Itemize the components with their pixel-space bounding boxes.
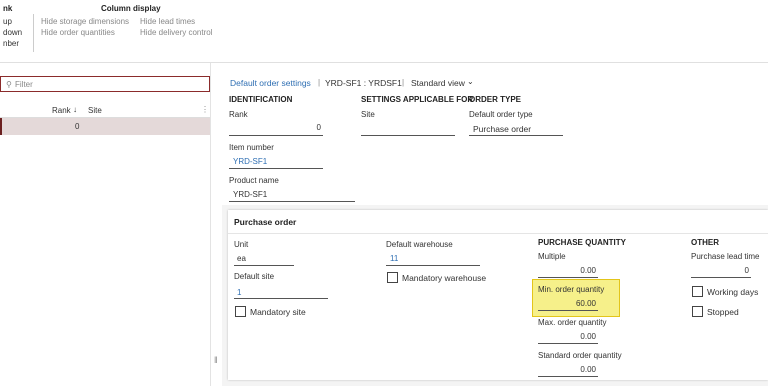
min-order-quantity-underline (538, 310, 598, 311)
ribbon-bottom-border (0, 62, 768, 63)
unit-label: Unit (234, 240, 249, 249)
selected-row-marker (0, 118, 2, 135)
default-site-link[interactable]: 1 (237, 288, 241, 297)
filter-placeholder: Filter (15, 80, 33, 89)
min-order-quantity-field[interactable]: 60.00 (538, 299, 596, 308)
purchase-lead-time-underline (691, 277, 751, 278)
default-order-type-label: Default order type (469, 110, 533, 119)
column-header-rank[interactable]: Rank (52, 106, 71, 115)
max-order-quantity-field[interactable]: 0.00 (538, 332, 596, 341)
multiple-underline (538, 277, 598, 278)
view-selector[interactable]: Standard view (411, 78, 465, 88)
ribbon-item-up[interactable]: up (3, 17, 12, 26)
min-order-quantity-label: Min. order quantity (538, 285, 605, 294)
section-divider (228, 233, 768, 234)
ribbon-item-number[interactable]: nber (3, 39, 19, 48)
purchase-order-section-title[interactable]: Purchase order (234, 217, 296, 227)
record-title: YRD-SF1 : YRDSF1 (325, 78, 402, 88)
ribbon-divider (33, 14, 34, 52)
working-days-checkbox[interactable] (692, 286, 703, 297)
product-name-label: Product name (229, 176, 279, 185)
column-header-site[interactable]: Site (88, 106, 102, 115)
breadcrumb-separator: | (318, 78, 321, 87)
order-type-underline (469, 135, 563, 136)
site-label: Site (361, 110, 375, 119)
hide-lead-times-button[interactable]: Hide lead times (140, 17, 195, 26)
stopped-checkbox[interactable] (692, 306, 703, 317)
stopped-label: Stopped (707, 307, 739, 317)
site-field[interactable] (361, 135, 455, 136)
search-icon: ⚲ (6, 80, 12, 89)
default-order-type-select[interactable]: Purchase order (473, 124, 531, 134)
column-options-icon[interactable]: ⋮ (201, 105, 209, 114)
other-title: OTHER (691, 238, 719, 247)
identification-title: IDENTIFICATION (229, 95, 293, 104)
panel-splitter[interactable] (210, 63, 211, 386)
mandatory-site-label: Mandatory site (250, 307, 306, 317)
purchase-quantity-title: PURCHASE QUANTITY (538, 238, 627, 247)
product-name-underline (229, 201, 355, 202)
mandatory-warehouse-label: Mandatory warehouse (402, 273, 487, 283)
hide-storage-dimensions-button[interactable]: Hide storage dimensions (41, 17, 129, 26)
multiple-field[interactable]: 0.00 (538, 266, 596, 275)
mandatory-warehouse-checkbox[interactable] (387, 272, 398, 283)
purchase-lead-time-label: Purchase lead time (691, 252, 760, 261)
item-number-underline (229, 168, 323, 169)
default-warehouse-label: Default warehouse (386, 240, 453, 249)
row-rank-value: 0 (75, 122, 80, 131)
hide-delivery-control-button[interactable]: Hide delivery control (140, 28, 212, 37)
rank-field-underline (229, 135, 323, 136)
breadcrumb-separator-2: | (402, 78, 405, 87)
purchase-lead-time-field[interactable]: 0 (691, 266, 749, 275)
ribbon-item-down[interactable]: down (3, 28, 22, 37)
working-days-label: Working days (707, 287, 759, 297)
default-warehouse-underline (386, 265, 480, 266)
ribbon-group-title: Column display (101, 4, 161, 13)
max-order-quantity-underline (538, 343, 598, 344)
settings-title: SETTINGS APPLICABLE FOR (361, 95, 474, 104)
multiple-label: Multiple (538, 252, 566, 261)
product-name-field[interactable]: YRD-SF1 (233, 190, 267, 199)
ribbon-item-rank[interactable]: nk (3, 4, 12, 13)
chevron-down-icon[interactable]: ⌄ (467, 77, 474, 86)
max-order-quantity-label: Max. order quantity (538, 318, 607, 327)
standard-order-quantity-underline (538, 376, 598, 377)
rank-field[interactable]: 0 (229, 123, 321, 132)
standard-order-quantity-field[interactable]: 0.00 (538, 365, 596, 374)
default-warehouse-link[interactable]: 11 (390, 254, 398, 263)
filter-input[interactable]: ⚲ Filter (0, 76, 210, 92)
splitter-grip-icon[interactable]: ‖ (214, 355, 218, 365)
rank-label: Rank (229, 110, 248, 119)
table-row[interactable]: 0 (0, 118, 210, 135)
default-site-label: Default site (234, 272, 275, 281)
item-number-link[interactable]: YRD-SF1 (233, 157, 267, 166)
default-order-settings-link[interactable]: Default order settings (230, 78, 311, 88)
purchase-order-card: Purchase order Unit ea Default site 1 Ma… (228, 210, 768, 380)
unit-underline (234, 265, 294, 266)
standard-order-quantity-label: Standard order quantity (538, 351, 622, 360)
item-number-label: Item number (229, 143, 274, 152)
mandatory-site-checkbox[interactable] (235, 306, 246, 317)
default-site-underline (234, 298, 328, 299)
unit-field[interactable]: ea (237, 254, 246, 263)
hide-order-quantities-button[interactable]: Hide order quantities (41, 28, 115, 37)
sort-arrow-down-icon: ↓ (73, 105, 77, 114)
order-type-title: ORDER TYPE (469, 95, 522, 104)
